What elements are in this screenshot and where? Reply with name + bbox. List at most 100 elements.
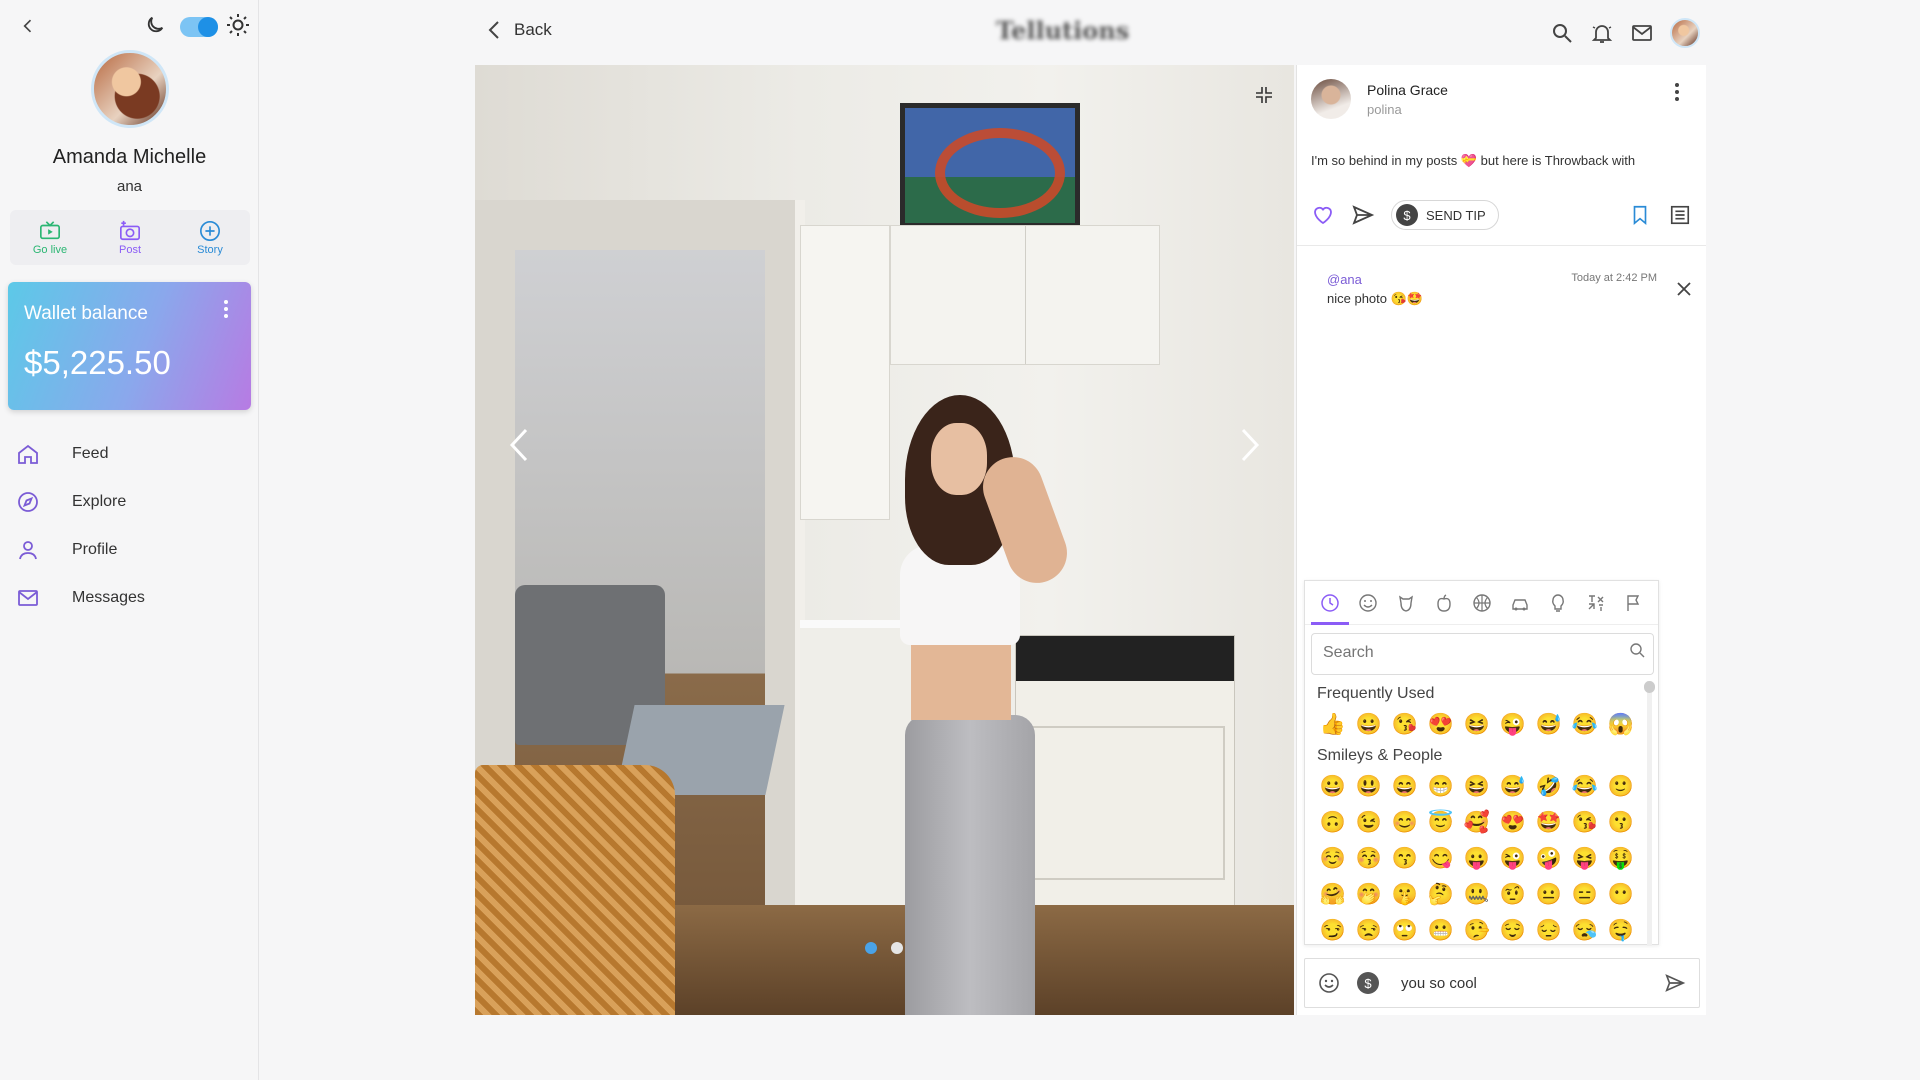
emoji-button[interactable]: 😁 [1423, 769, 1459, 805]
emoji-button[interactable]: ☺️ [1315, 841, 1351, 877]
minimize-icon[interactable] [1254, 85, 1274, 105]
post-button[interactable]: Post [90, 210, 170, 265]
emoji-button[interactable]: 🤑 [1603, 841, 1639, 877]
emoji-icon[interactable] [1317, 971, 1341, 995]
go-live-button[interactable]: Go live [10, 210, 90, 265]
bookmark-icon[interactable] [1629, 204, 1651, 226]
list-icon[interactable] [1669, 204, 1691, 226]
emoji-button[interactable]: 🤨 [1495, 877, 1531, 913]
emoji-button[interactable]: 😋 [1423, 841, 1459, 877]
nav-item-messages[interactable]: Messages [0, 574, 259, 622]
author-avatar[interactable] [1311, 79, 1351, 119]
emoji-button[interactable]: 😀 [1315, 769, 1351, 805]
emoji-button[interactable]: 🤔 [1423, 877, 1459, 913]
emoji-button[interactable]: 😔 [1531, 913, 1567, 946]
emoji-button[interactable]: 😅 [1531, 707, 1567, 743]
emoji-button[interactable]: 🤗 [1315, 877, 1351, 913]
nav-item-feed[interactable]: Feed [0, 430, 259, 478]
emoji-button[interactable]: 🤫 [1387, 877, 1423, 913]
more-vertical-icon[interactable] [1674, 82, 1680, 102]
dollar-icon[interactable]: $ [1357, 972, 1379, 994]
more-vertical-icon[interactable] [223, 299, 229, 319]
emoji-button[interactable]: 🥰 [1459, 805, 1495, 841]
avatar[interactable] [1670, 18, 1700, 48]
carousel-dot[interactable] [865, 942, 877, 954]
emoji-button[interactable]: 🤣 [1531, 769, 1567, 805]
emoji-button[interactable]: 🙂 [1603, 769, 1639, 805]
send-icon[interactable] [1663, 972, 1687, 994]
emoji-button[interactable]: 😂 [1567, 769, 1603, 805]
emoji-button[interactable]: 🤤 [1603, 913, 1639, 946]
emoji-button[interactable]: 😘 [1387, 707, 1423, 743]
next-arrow-icon[interactable] [1229, 420, 1269, 470]
emoji-button[interactable]: 😱 [1603, 707, 1639, 743]
emoji-button[interactable]: 🙃 [1315, 805, 1351, 841]
emoji-button[interactable]: 😏 [1315, 913, 1351, 946]
emoji-button[interactable]: 😌 [1495, 913, 1531, 946]
emoji-button[interactable]: 🤥 [1459, 913, 1495, 946]
send-tip-button[interactable]: $ SEND TIP [1391, 200, 1499, 230]
emoji-button[interactable]: 😜 [1495, 841, 1531, 877]
emoji-cat-objects[interactable] [1539, 581, 1577, 625]
emoji-button[interactable]: 😆 [1459, 769, 1495, 805]
emoji-cat-food[interactable] [1425, 581, 1463, 625]
emoji-button[interactable]: 😐 [1531, 877, 1567, 913]
emoji-button[interactable]: 😙 [1387, 841, 1423, 877]
emoji-button[interactable]: 😆 [1459, 707, 1495, 743]
close-icon[interactable] [1675, 280, 1693, 298]
emoji-button[interactable]: 😑 [1567, 877, 1603, 913]
nav-item-profile[interactable]: Profile [0, 526, 259, 574]
emoji-button[interactable]: 😍 [1495, 805, 1531, 841]
emoji-button[interactable]: 😉 [1351, 805, 1387, 841]
emoji-cat-flags[interactable] [1615, 581, 1653, 625]
emoji-button[interactable]: 😬 [1423, 913, 1459, 946]
emoji-button[interactable]: 😝 [1567, 841, 1603, 877]
emoji-button[interactable]: 😅 [1495, 769, 1531, 805]
avatar[interactable] [91, 50, 169, 128]
emoji-button[interactable]: 😀 [1351, 707, 1387, 743]
emoji-cat-animals[interactable] [1387, 581, 1425, 625]
emoji-button[interactable]: 🤭 [1351, 877, 1387, 913]
emoji-button[interactable]: 😊 [1387, 805, 1423, 841]
wallet-card[interactable]: Wallet balance $5,225.50 [8, 282, 251, 410]
emoji-button[interactable]: 😇 [1423, 805, 1459, 841]
emoji-cat-smileys[interactable] [1349, 581, 1387, 625]
search-icon[interactable] [1550, 21, 1574, 45]
emoji-button[interactable]: 🙄 [1387, 913, 1423, 946]
emoji-search-input[interactable] [1312, 634, 1612, 672]
emoji-button[interactable]: 😍 [1423, 707, 1459, 743]
emoji-button[interactable]: 😗 [1603, 805, 1639, 841]
bell-icon[interactable] [1590, 21, 1614, 45]
emoji-button[interactable]: 🤐 [1459, 877, 1495, 913]
emoji-button[interactable]: 😛 [1459, 841, 1495, 877]
emoji-button[interactable]: 😚 [1351, 841, 1387, 877]
theme-toggle[interactable] [180, 17, 218, 37]
emoji-button[interactable]: 😜 [1495, 707, 1531, 743]
emoji-cat-symbols[interactable] [1577, 581, 1615, 625]
back-button[interactable]: Back [484, 18, 552, 42]
emoji-button[interactable]: 🤪 [1531, 841, 1567, 877]
send-icon[interactable] [1351, 203, 1375, 227]
nav-item-explore[interactable]: Explore [0, 478, 259, 526]
heart-icon[interactable] [1311, 203, 1335, 227]
brand-logo[interactable]: Tellutions [996, 16, 1129, 45]
chevron-left-icon[interactable] [18, 16, 38, 36]
emoji-button[interactable]: 😘 [1567, 805, 1603, 841]
scroll-thumb[interactable] [1644, 681, 1655, 693]
story-button[interactable]: Story [170, 210, 250, 265]
emoji-button[interactable]: 😶 [1603, 877, 1639, 913]
comment-input[interactable] [1401, 963, 1651, 1003]
emoji-button[interactable]: 😪 [1567, 913, 1603, 946]
emoji-button[interactable]: 😃 [1351, 769, 1387, 805]
emoji-cat-recent[interactable] [1311, 581, 1349, 625]
emoji-button[interactable]: 😄 [1387, 769, 1423, 805]
emoji-button[interactable]: 👍 [1315, 707, 1351, 743]
emoji-button[interactable]: 😒 [1351, 913, 1387, 946]
emoji-button[interactable]: 🤩 [1531, 805, 1567, 841]
mail-icon[interactable] [1630, 21, 1654, 45]
emoji-scrollbar[interactable] [1644, 681, 1655, 946]
prev-arrow-icon[interactable] [500, 420, 540, 470]
emoji-cat-travel[interactable] [1501, 581, 1539, 625]
author-name[interactable]: Polina Grace [1367, 82, 1448, 98]
post-photo[interactable] [475, 65, 1294, 1015]
